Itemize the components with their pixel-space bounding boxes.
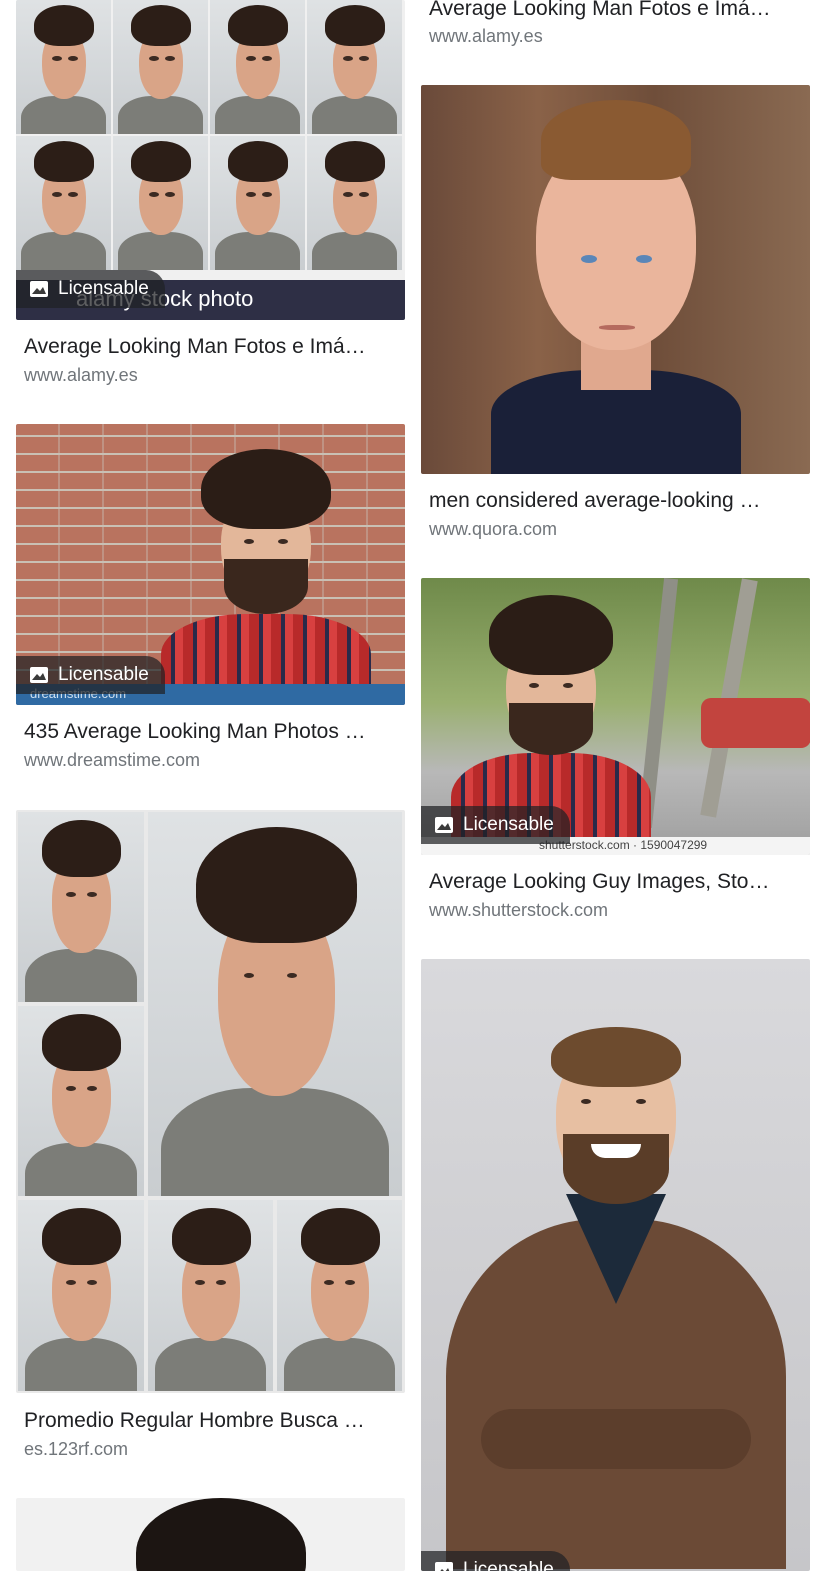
result-card-alamy-2[interactable]: Average Looking Man Fotos e Imá… www.ala… — [421, 0, 810, 60]
result-title[interactable]: men considered average-looking … — [429, 488, 804, 514]
person-figure — [161, 444, 371, 705]
result-source[interactable]: www.quora.com — [429, 518, 804, 540]
face-tile — [148, 1200, 273, 1391]
result-card-123rf[interactable]: Promedio Regular Hombre Busca … es.123rf… — [16, 810, 405, 1470]
licensable-badge[interactable]: Licensable — [421, 806, 570, 844]
face-tile — [307, 136, 402, 270]
result-card-partial[interactable] — [16, 1498, 405, 1571]
face-tile — [113, 0, 208, 134]
badge-label: Licensable — [463, 814, 554, 835]
result-source[interactable]: www.alamy.es — [429, 25, 804, 47]
face-tile — [148, 812, 402, 1196]
face-tile — [18, 812, 144, 1002]
result-thumbnail[interactable]: shutterstock.com · 1590047299 Licensable — [421, 578, 810, 855]
result-source[interactable]: www.alamy.es — [24, 364, 399, 386]
face-tile — [307, 0, 402, 134]
result-thumbnail[interactable]: dreamstime.com Licensable — [16, 424, 405, 705]
face-tile — [16, 0, 111, 134]
result-thumbnail[interactable] — [16, 810, 405, 1393]
person-figure — [441, 1019, 791, 1571]
face-tile — [18, 1200, 144, 1391]
result-card-dreamstime[interactable]: dreamstime.com Licensable 435 Average Lo… — [16, 424, 405, 784]
face-tile — [210, 0, 305, 134]
face-tile — [16, 136, 111, 270]
result-title[interactable]: Promedio Regular Hombre Busca … — [24, 1408, 399, 1434]
image-icon — [435, 817, 453, 833]
result-source[interactable]: www.dreamstime.com — [24, 749, 399, 771]
image-icon — [30, 667, 48, 683]
image-icon — [30, 281, 48, 297]
result-card-shutterstock[interactable]: shutterstock.com · 1590047299 Licensable… — [421, 578, 810, 938]
badge-label: Licensable — [58, 278, 149, 299]
image-icon — [435, 1562, 453, 1571]
result-card-alamy[interactable]: alamy stock photo Licensable Average Loo… — [16, 0, 405, 400]
result-source[interactable]: www.shutterstock.com — [429, 899, 804, 921]
result-card-sweater[interactable]: Licensable — [421, 959, 810, 1571]
result-thumbnail[interactable] — [16, 1498, 405, 1571]
result-thumbnail[interactable]: alamy stock photo Licensable — [16, 0, 405, 320]
badge-label: Licensable — [58, 664, 149, 685]
face-tile — [210, 136, 305, 270]
licensable-badge[interactable]: Licensable — [421, 1551, 570, 1571]
result-source[interactable]: es.123rf.com — [24, 1438, 399, 1460]
result-thumbnail[interactable]: Licensable — [421, 959, 810, 1571]
result-title[interactable]: 435 Average Looking Man Photos … — [24, 719, 399, 745]
result-title[interactable]: Average Looking Guy Images, Sto… — [429, 869, 804, 895]
result-card-quora[interactable]: men considered average-looking … www.quo… — [421, 85, 810, 555]
person-figure — [481, 100, 751, 474]
result-title[interactable]: Average Looking Man Fotos e Imá… — [429, 0, 804, 22]
face-tile — [18, 1006, 144, 1196]
face-tile — [113, 136, 208, 270]
face-tile — [277, 1200, 402, 1391]
badge-label: Licensable — [463, 1559, 554, 1571]
licensable-badge[interactable]: Licensable — [16, 270, 165, 308]
result-thumbnail[interactable] — [421, 85, 810, 474]
result-title[interactable]: Average Looking Man Fotos e Imá… — [24, 334, 399, 360]
licensable-badge[interactable]: Licensable — [16, 656, 165, 694]
